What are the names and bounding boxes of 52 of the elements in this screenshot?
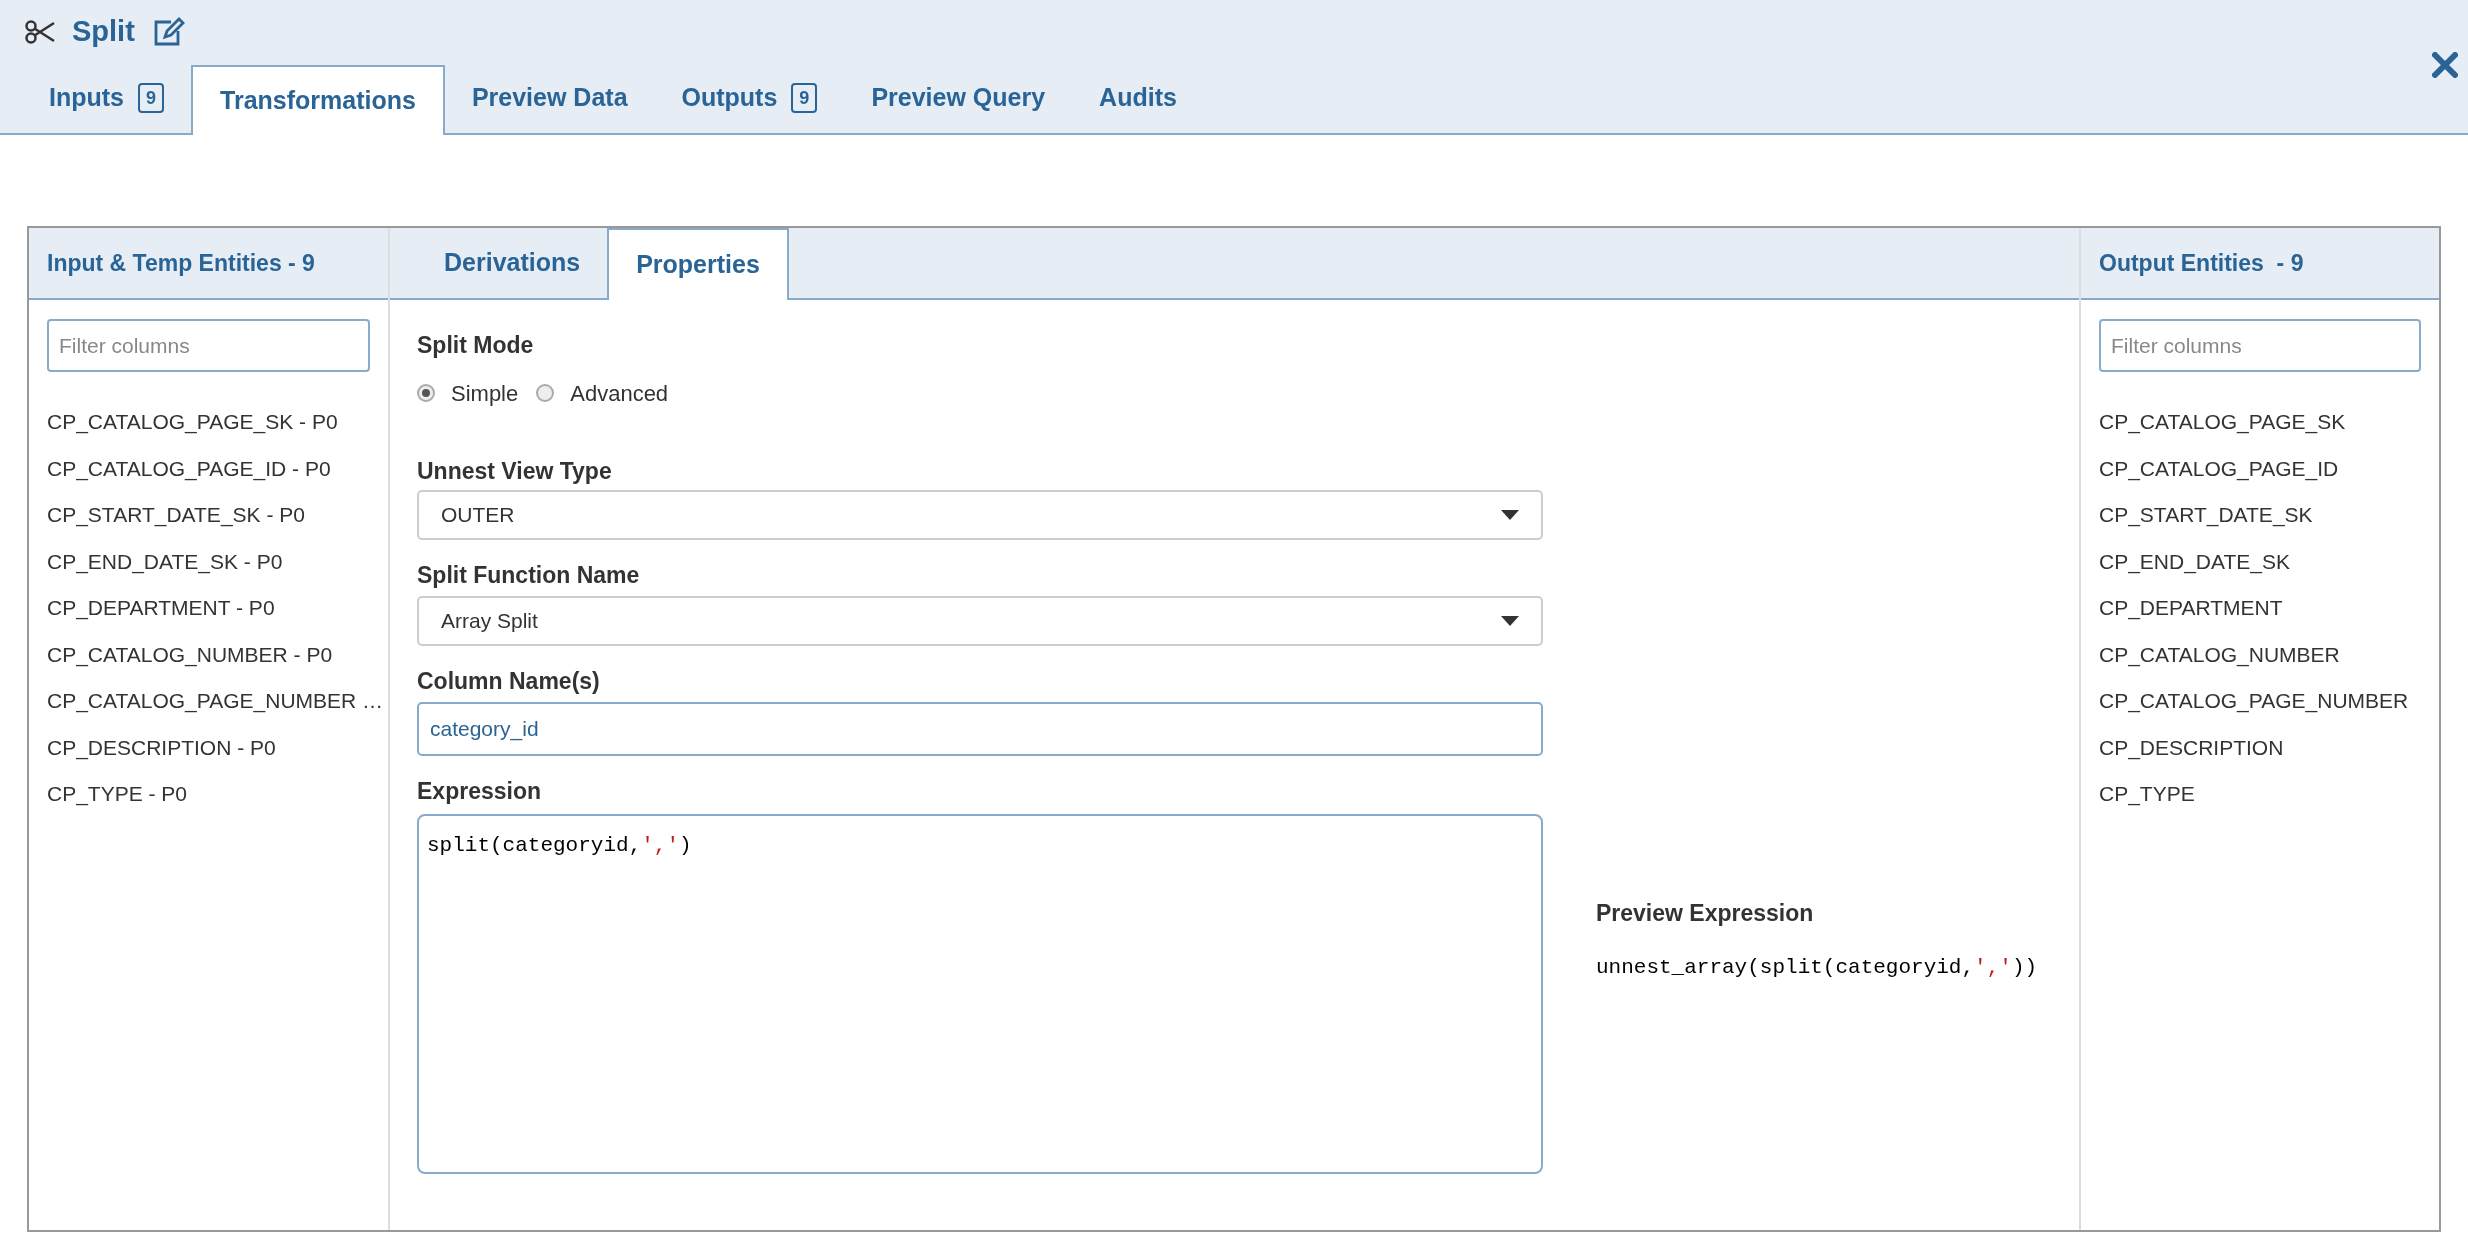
column-item[interactable]: CP_START_DATE_SK [2099,499,2313,546]
panel-title: Input & Temp Entities - 9 [47,248,315,278]
tab[interactable]: Outputs 9 [654,63,845,133]
column-item[interactable]: CP_CATALOG_PAGE_SK [2099,406,2346,453]
field-label: Preview Expression [1596,899,1815,926]
column-item[interactable]: CP_CATALOG_PAGE_ID [2099,452,2339,499]
count-badge: 9 [138,83,164,113]
radio-button[interactable] [417,384,435,402]
field-label: Column Name(s) [417,667,601,694]
column-item[interactable]: CP_CATALOG_PAGE_SK - P0 [47,406,338,453]
field-label: Split Mode [417,331,535,358]
dropdown[interactable]: Array Split [417,596,1543,646]
field-label: Unnest View Type [417,457,613,484]
tab[interactable]: Audits [1072,63,1204,133]
radio-option[interactable]: Advanced [536,376,669,410]
column-item[interactable]: CP_END_DATE_SK - P0 [47,545,283,592]
radio-option[interactable]: Simple [417,376,519,410]
column-item[interactable]: CP_END_DATE_SK [2099,545,2290,592]
scissors-icon [24,19,56,46]
column-item[interactable]: CP_START_DATE_SK - P0 [47,499,305,546]
column-item[interactable]: CP_CATALOG_PAGE_NUMBER … [47,685,384,732]
column-item[interactable]: CP_DESCRIPTION - P0 [47,731,276,778]
column-item[interactable]: CP_DEPARTMENT [2099,592,2283,639]
caret-icon [1501,616,1519,626]
count-badge: 9 [791,83,818,113]
tab[interactable]: Inputs 9 [22,63,191,133]
panel-title: Output Entities - 9 [2099,248,2304,278]
tab[interactable]: Derivations [417,228,608,298]
column-item[interactable]: CP_TYPE [2099,778,2195,825]
column-item[interactable]: CP_CATALOG_PAGE_ID - P0 [47,452,331,499]
preview-expression-code: unnest_array(split(categoryid,',')) [1596,955,2038,981]
filter-field[interactable]: Filter columns [47,319,370,372]
column-names-field[interactable]: category_id [417,702,1543,756]
close-icon[interactable] [2432,52,2458,78]
field-label: Expression [417,777,542,804]
expression-editor[interactable]: split(categoryid,',') [417,814,1543,1174]
dropdown[interactable]: OUTER [417,490,1543,540]
tab[interactable]: Preview Data [444,63,655,133]
column-item[interactable]: CP_DEPARTMENT - P0 [47,592,275,639]
column-item[interactable]: CP_CATALOG_NUMBER - P0 [47,638,333,685]
radio-button[interactable] [536,384,555,402]
filter-field[interactable]: Filter columns [2099,319,2421,372]
column-item[interactable]: CP_DESCRIPTION [2099,731,2284,778]
column-item[interactable]: CP_CATALOG_NUMBER [2099,638,2340,685]
column-item[interactable]: CP_CATALOG_PAGE_NUMBER [2099,685,2409,732]
caret-icon [1501,510,1519,520]
tab[interactable]: Preview Query [844,63,1073,133]
column-item[interactable]: CP_TYPE - P0 [47,778,188,825]
tab[interactable]: Transformations [191,65,445,135]
field-label: Split Function Name [417,561,641,588]
window-title: Split [72,14,135,50]
tab[interactable]: Properties [607,228,789,300]
